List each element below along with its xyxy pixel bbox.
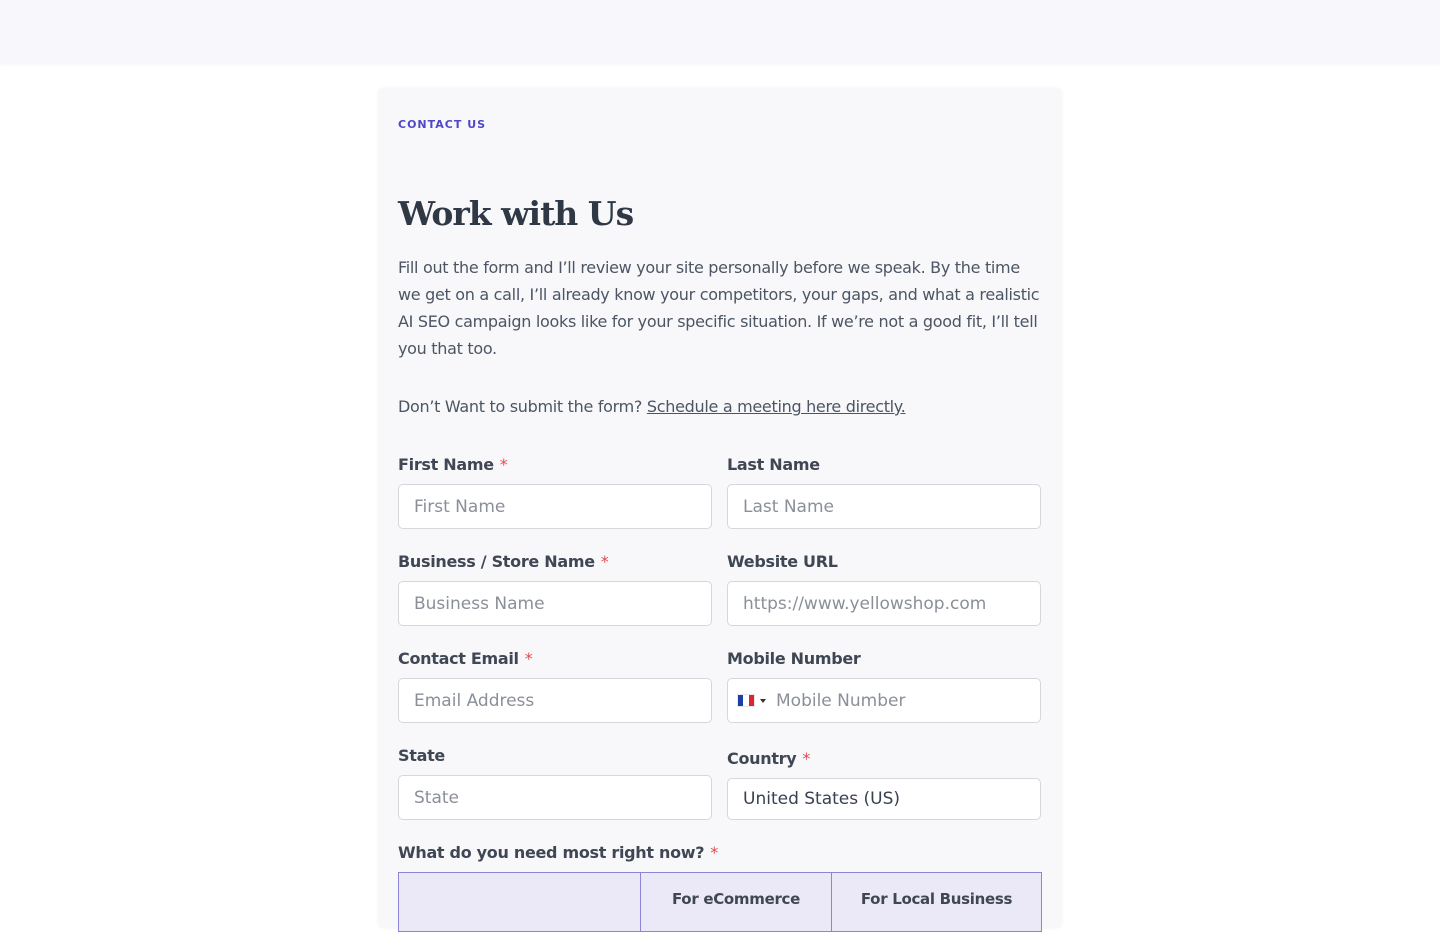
website-url-field: Website URL [727, 552, 1041, 626]
schedule-prefix: Don’t Want to submit the form? [398, 397, 647, 416]
last-name-label: Last Name [727, 455, 820, 474]
required-marker: * [600, 552, 609, 571]
state-field: State [398, 746, 712, 820]
required-marker: * [802, 749, 811, 768]
site-header-bar [0, 0, 1440, 64]
website-url-input[interactable] [727, 581, 1041, 626]
section-eyebrow: CONTACT US [398, 118, 487, 131]
country-select[interactable]: United States (US) [727, 778, 1041, 820]
contact-email-input[interactable] [398, 678, 712, 723]
required-marker: * [710, 843, 718, 862]
need-options-table: For eCommerce For Local Business [398, 872, 1042, 932]
schedule-meeting-link[interactable]: Schedule a meeting here directly. [647, 397, 906, 416]
mobile-number-label: Mobile Number [727, 649, 861, 668]
business-name-field: Business / Store Name * [398, 552, 712, 626]
required-marker: * [524, 649, 533, 668]
required-marker: * [499, 455, 508, 474]
need-table-header-local-business: For Local Business [860, 890, 1013, 908]
need-question-label: What do you need most right now? * [398, 843, 718, 862]
country-field: Country * United States (US) [727, 749, 1041, 820]
page-title: Work with Us [398, 194, 634, 233]
first-name-input[interactable] [398, 484, 712, 529]
website-url-label: Website URL [727, 552, 838, 571]
mobile-number-box [727, 678, 1041, 723]
mobile-number-input[interactable] [772, 679, 1040, 722]
business-name-label: Business / Store Name * [398, 552, 609, 571]
chevron-down-icon [760, 698, 766, 703]
last-name-field: Last Name [727, 455, 1041, 529]
mobile-number-field: Mobile Number [727, 649, 1041, 723]
france-flag-icon [737, 694, 755, 707]
need-table-header-empty [399, 873, 641, 931]
business-name-input[interactable] [398, 581, 712, 626]
intro-text: Fill out the form and I’ll review your s… [398, 258, 1040, 358]
last-name-input[interactable] [727, 484, 1041, 529]
first-name-field: First Name * [398, 455, 712, 529]
schedule-line: Don’t Want to submit the form? Schedule … [398, 393, 906, 420]
contact-card: CONTACT US Work with Us Fill out the for… [378, 88, 1062, 932]
contact-email-field: Contact Email * [398, 649, 712, 723]
country-code-select[interactable] [728, 679, 772, 722]
state-input[interactable] [398, 775, 712, 820]
contact-email-label: Contact Email * [398, 649, 533, 668]
first-name-label: First Name * [398, 455, 508, 474]
need-table-header-ecommerce: For eCommerce [641, 873, 832, 931]
state-label: State [398, 746, 445, 765]
country-label: Country * [727, 749, 811, 768]
